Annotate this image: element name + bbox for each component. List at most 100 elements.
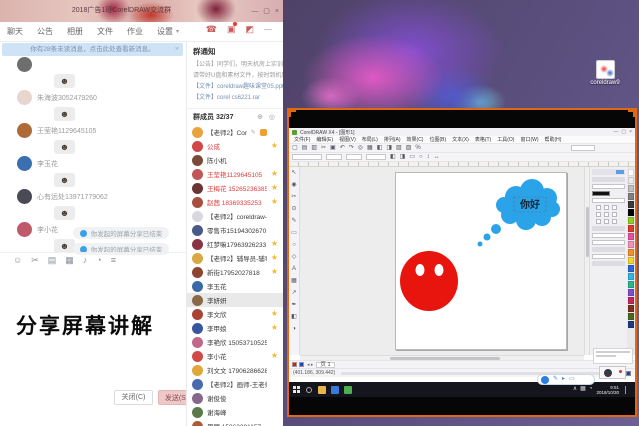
- tab[interactable]: 相册: [60, 22, 90, 42]
- toolbar-icon[interactable]: ↷: [349, 145, 354, 152]
- member-row[interactable]: 红梦嘛17963926233 ✎ ★: [187, 237, 283, 251]
- menu-item[interactable]: 文件(F): [291, 136, 313, 143]
- coreldraw-titlebar[interactable]: CorelDRAW X4 - [图形1] — ▢ ×: [289, 128, 635, 136]
- close-icon[interactable]: ×: [629, 129, 632, 135]
- palette-color[interactable]: [628, 169, 634, 176]
- avatar[interactable]: [192, 323, 203, 334]
- avatar[interactable]: [17, 57, 32, 72]
- palette-color[interactable]: [628, 257, 634, 264]
- member-row[interactable]: 李小花 ✎ ★: [187, 349, 283, 363]
- toolbar-icon[interactable]: ↔: [434, 154, 440, 161]
- palette-color[interactable]: [628, 193, 634, 200]
- avatar[interactable]: [192, 351, 203, 362]
- tool-icon[interactable]: ▭: [291, 227, 297, 239]
- pen-icon[interactable]: ✎: [553, 376, 558, 383]
- member-row[interactable]: 谢海峰 ✎ ★: [187, 405, 283, 419]
- menu-item[interactable]: 位图(B): [426, 136, 449, 143]
- palette-color[interactable]: [628, 185, 634, 192]
- page-tab[interactable]: 页 1: [316, 362, 334, 368]
- toolbar-icon[interactable]: ▢: [292, 145, 298, 152]
- search-icon[interactable]: ◎: [269, 114, 277, 121]
- palette-color[interactable]: [628, 225, 634, 232]
- toolbar-icon[interactable]: ▦: [367, 145, 373, 152]
- member-row[interactable]: 李玉花 ✎ ★: [187, 279, 283, 293]
- toolbar-icon[interactable]: ↶: [340, 145, 345, 152]
- edit-icon[interactable]: ✎: [251, 129, 256, 136]
- tool-icon[interactable]: ✒: [291, 299, 296, 311]
- docker-field[interactable]: [592, 240, 625, 245]
- close-icon[interactable]: ×: [275, 8, 279, 15]
- qq-icon[interactable]: [541, 376, 549, 384]
- avatar[interactable]: [17, 189, 32, 204]
- member-row[interactable]: 【老师2】辅导员-辅导员·子菲 ✎ ★: [187, 251, 283, 265]
- menu-item[interactable]: 效果(C): [404, 136, 427, 143]
- member-row[interactable]: 李文欣 ✎ ★: [187, 307, 283, 321]
- tool-icon[interactable]: ◇: [292, 251, 297, 263]
- qq-titlebar[interactable]: 2018广告1班CorelDRAW交流群 — ▢ ×: [0, 0, 283, 22]
- member-row[interactable]: 周丽 15863201157 ✎ ★: [187, 419, 283, 426]
- avatar[interactable]: [192, 267, 203, 278]
- chevron-down-icon[interactable]: ▾: [176, 28, 179, 35]
- restore-icon[interactable]: ▢: [263, 7, 270, 15]
- share-corner-handle[interactable]: [628, 108, 637, 117]
- share-corner-handle[interactable]: [287, 108, 296, 117]
- units-dropdown[interactable]: [366, 154, 386, 160]
- paper-size-field[interactable]: [292, 154, 322, 160]
- minimize-icon[interactable]: —: [251, 8, 258, 15]
- avatar[interactable]: [192, 183, 203, 194]
- member-row[interactable]: 李妍妍 ✎ ★: [187, 293, 283, 307]
- menu-item[interactable]: 帮助(H): [542, 136, 565, 143]
- video-call-icon[interactable]: ▣: [227, 24, 236, 35]
- menu-item[interactable]: 工具(O): [494, 136, 517, 143]
- menu-item[interactable]: 文本(X): [449, 136, 472, 143]
- member-row[interactable]: 李艳欣 15053710525 ✎ ★: [187, 335, 283, 349]
- member-row[interactable]: 【老师2】coreldraw-李老师2 ✎ ★: [187, 209, 283, 223]
- member-row[interactable]: 公成 ✎ ★: [187, 139, 283, 153]
- avatar[interactable]: [192, 169, 203, 180]
- tool-icon[interactable]: ↖: [291, 167, 296, 179]
- member-row[interactable]: 【老师2】画师-王老师 ✎ ★: [187, 377, 283, 391]
- tool-icon[interactable]: A: [292, 263, 296, 275]
- toolbar-icon[interactable]: ✂: [31, 255, 39, 265]
- avatar[interactable]: [192, 253, 203, 264]
- tab[interactable]: 作业: [120, 22, 150, 42]
- chat-message-list[interactable]: ☻ 朱海波3052479260 ☻ 王莹艳1: [0, 56, 186, 252]
- palette-color[interactable]: [628, 209, 634, 216]
- avatar[interactable]: [192, 225, 203, 236]
- toolbar-icon[interactable]: ▣: [330, 145, 336, 152]
- page-nav-arrows[interactable]: ◂ ▸: [307, 362, 313, 368]
- tool-icon[interactable]: ○: [292, 239, 296, 251]
- menu-item[interactable]: 布局(L): [359, 136, 381, 143]
- palette-color[interactable]: [628, 281, 634, 288]
- member-row[interactable]: 李甲娘 ✎ ★: [187, 321, 283, 335]
- menu-item[interactable]: 排列(A): [381, 136, 404, 143]
- toolbar-icon[interactable]: ◧: [390, 154, 396, 161]
- avatar[interactable]: [192, 295, 203, 306]
- tool-icon[interactable]: ◉: [291, 179, 296, 191]
- toolbar-icon[interactable]: ◎: [358, 145, 363, 152]
- restore-icon[interactable]: ▢: [621, 129, 626, 135]
- toolbar-icon[interactable]: ▤: [48, 255, 57, 265]
- tool-icon[interactable]: ⊙: [291, 203, 296, 215]
- docker-section-header[interactable]: [592, 177, 625, 182]
- windows-desktop[interactable]: coreldraw9 CorelDRAW X4 - [图形1] — ▢ ×: [283, 0, 639, 426]
- avatar[interactable]: [192, 379, 203, 390]
- palette-color[interactable]: [628, 313, 634, 320]
- width-field[interactable]: [326, 154, 342, 160]
- avatar[interactable]: [192, 127, 203, 138]
- docker-field[interactable]: [592, 184, 625, 189]
- document-color-swatch[interactable]: [292, 362, 297, 367]
- fill-color-swatch[interactable]: [592, 191, 610, 196]
- menu-item[interactable]: 编辑(E): [313, 136, 336, 143]
- avatar[interactable]: [192, 197, 203, 208]
- docker-section-header[interactable]: [592, 226, 625, 231]
- camera-preview[interactable]: [599, 366, 626, 379]
- toolbar-icon[interactable]: ○: [419, 154, 423, 161]
- start-button[interactable]: [293, 386, 300, 393]
- avatar[interactable]: [192, 337, 203, 348]
- collapse-icon[interactable]: —: [264, 25, 272, 34]
- arrow-icon[interactable]: ▸: [562, 376, 565, 383]
- palette-color[interactable]: [628, 233, 634, 240]
- tray-icon[interactable]: ◔: [589, 386, 593, 393]
- taskbar-clock[interactable]: 9:51 2018/10/30: [596, 385, 619, 395]
